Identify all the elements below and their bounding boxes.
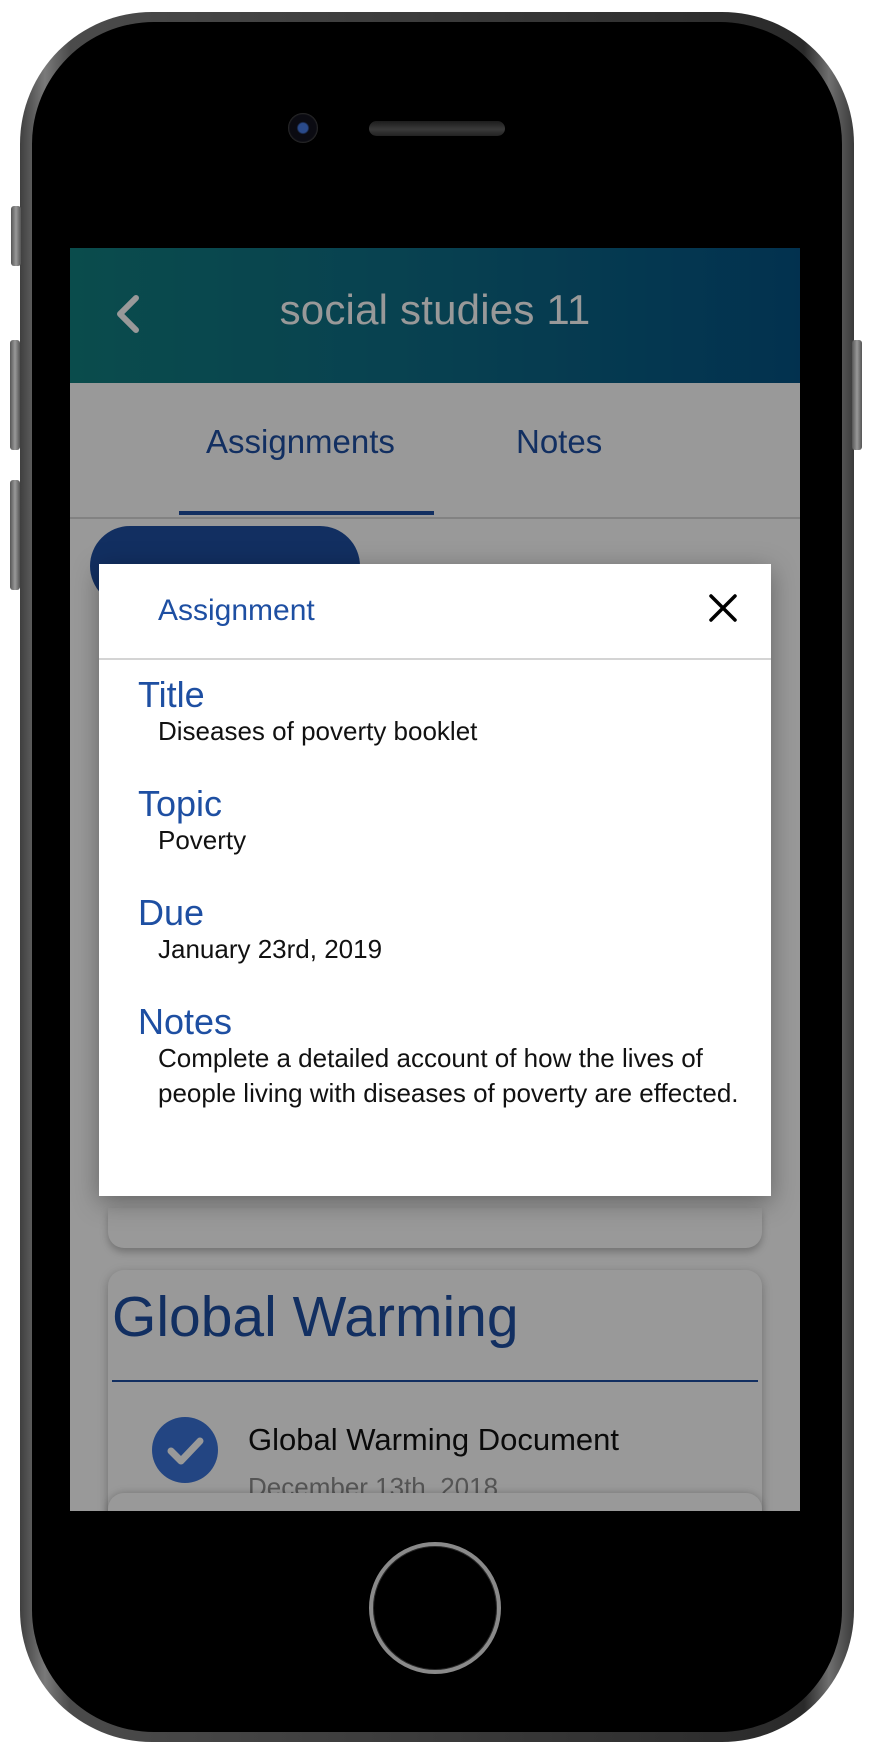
field-title-label: Title	[138, 674, 205, 715]
field-due-label: Due	[138, 892, 205, 933]
close-icon[interactable]	[703, 588, 743, 628]
home-button[interactable]	[369, 1542, 501, 1674]
field-title-value: Diseases of poverty booklet	[158, 716, 478, 746]
earpiece-speaker	[369, 121, 505, 136]
silent-switch	[11, 206, 21, 266]
field-topic-value: Poverty	[158, 825, 247, 855]
app-screen: social studies 11 Assignments Notes Glob…	[70, 248, 800, 1511]
modal-title: Assignment	[158, 594, 315, 627]
front-camera-icon	[288, 113, 318, 143]
power-button	[852, 340, 862, 450]
field-notes-label: Notes	[138, 1001, 233, 1042]
modal-header: Assignment	[99, 564, 771, 660]
assignment-modal: Assignment Title Diseases of poverty boo…	[99, 564, 771, 1196]
field-topic-label: Topic	[138, 783, 223, 824]
field-notes-value: Complete a detailed account of how the l…	[158, 1043, 739, 1108]
volume-up-button	[10, 340, 20, 450]
volume-down-button	[10, 480, 20, 590]
field-due-value: January 23rd, 2019	[158, 934, 383, 964]
